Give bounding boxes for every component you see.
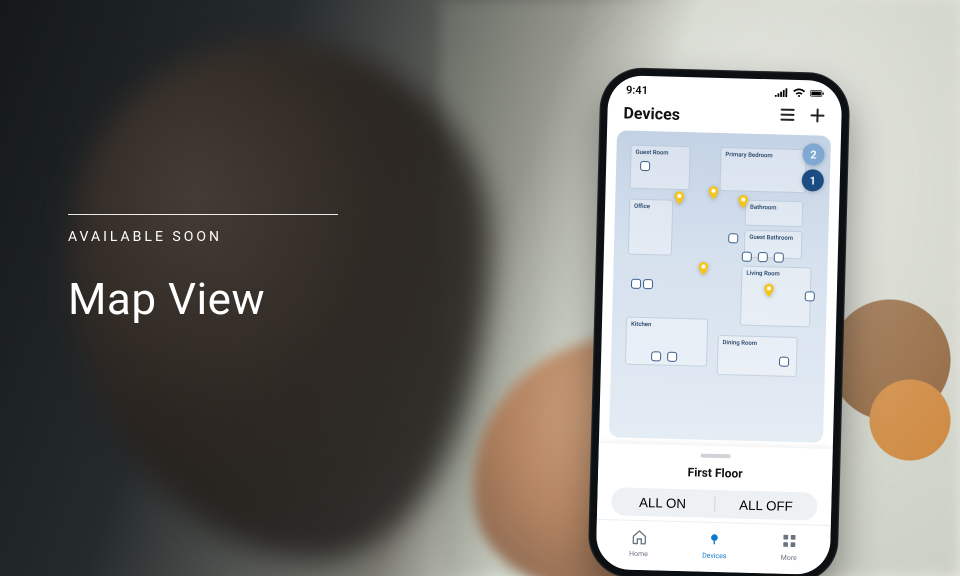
all-on-button[interactable]: ALL ON	[611, 487, 714, 518]
floor-level-2[interactable]: 2	[802, 143, 825, 166]
promo-scene: AVAILABLE SOON Map View 9:41	[0, 0, 960, 576]
map-pin-icon[interactable]	[695, 260, 711, 276]
device-icon[interactable]	[651, 351, 661, 361]
phone-frame: 9:41 Devices	[587, 67, 850, 576]
sheet-handle[interactable]	[701, 454, 731, 459]
map-pin-icon[interactable]	[705, 185, 721, 201]
floor-map[interactable]: Guest Room Primary Bedroom Office Bathro…	[609, 130, 831, 442]
signal-icon	[774, 87, 788, 100]
room-bathroom[interactable]: Bathroom	[745, 200, 804, 228]
device-icon[interactable]	[667, 352, 677, 362]
page-title: Devices	[623, 103, 680, 123]
plus-icon[interactable]	[809, 107, 826, 127]
list-icon[interactable]	[779, 107, 796, 127]
device-icon[interactable]	[742, 252, 752, 262]
bottom-sheet[interactable]: First Floor ALL ON ALL OFF	[597, 443, 833, 525]
tab-bar: Home Devices More	[596, 519, 831, 575]
device-icon[interactable]	[758, 252, 768, 262]
device-icon[interactable]	[728, 233, 738, 243]
header-actions	[779, 107, 826, 128]
promo-title: Map View	[68, 273, 338, 325]
devices-icon	[706, 531, 722, 549]
device-icon[interactable]	[805, 291, 815, 301]
all-toggle: ALL ON ALL OFF	[611, 487, 818, 520]
map-pin-icon[interactable]	[761, 282, 777, 298]
map-pin-icon[interactable]	[671, 190, 687, 206]
home-icon	[631, 529, 647, 547]
device-icon[interactable]	[643, 279, 653, 289]
tab-home[interactable]: Home	[629, 529, 649, 558]
promo-kicker: AVAILABLE SOON	[68, 229, 338, 245]
divider	[68, 214, 338, 215]
device-icon[interactable]	[779, 357, 789, 367]
floor-switcher: 2 1	[802, 143, 825, 192]
device-icon[interactable]	[640, 161, 650, 171]
sheet-title: First Floor	[612, 463, 818, 482]
tab-devices[interactable]: Devices	[702, 531, 727, 561]
more-icon	[781, 533, 797, 551]
room-guest-room[interactable]: Guest Room	[630, 145, 691, 191]
wifi-icon	[792, 88, 806, 101]
room-office[interactable]: Office	[628, 199, 673, 256]
phone-screen: 9:41 Devices	[596, 75, 843, 575]
tab-more[interactable]: More	[781, 533, 798, 562]
device-icon[interactable]	[631, 279, 641, 289]
all-off-button[interactable]: ALL OFF	[714, 490, 817, 521]
status-icons	[774, 87, 824, 101]
device-icon[interactable]	[774, 252, 784, 262]
map-pin-icon[interactable]	[735, 193, 751, 209]
tab-label: Devices	[702, 552, 727, 561]
promo-text: AVAILABLE SOON Map View	[68, 214, 338, 325]
floor-level-1[interactable]: 1	[802, 169, 825, 192]
room-primary-bedroom[interactable]: Primary Bedroom	[720, 147, 807, 193]
tab-label: Home	[629, 550, 648, 558]
battery-icon	[810, 88, 824, 101]
tab-label: More	[781, 554, 797, 562]
status-time: 9:41	[626, 83, 648, 97]
